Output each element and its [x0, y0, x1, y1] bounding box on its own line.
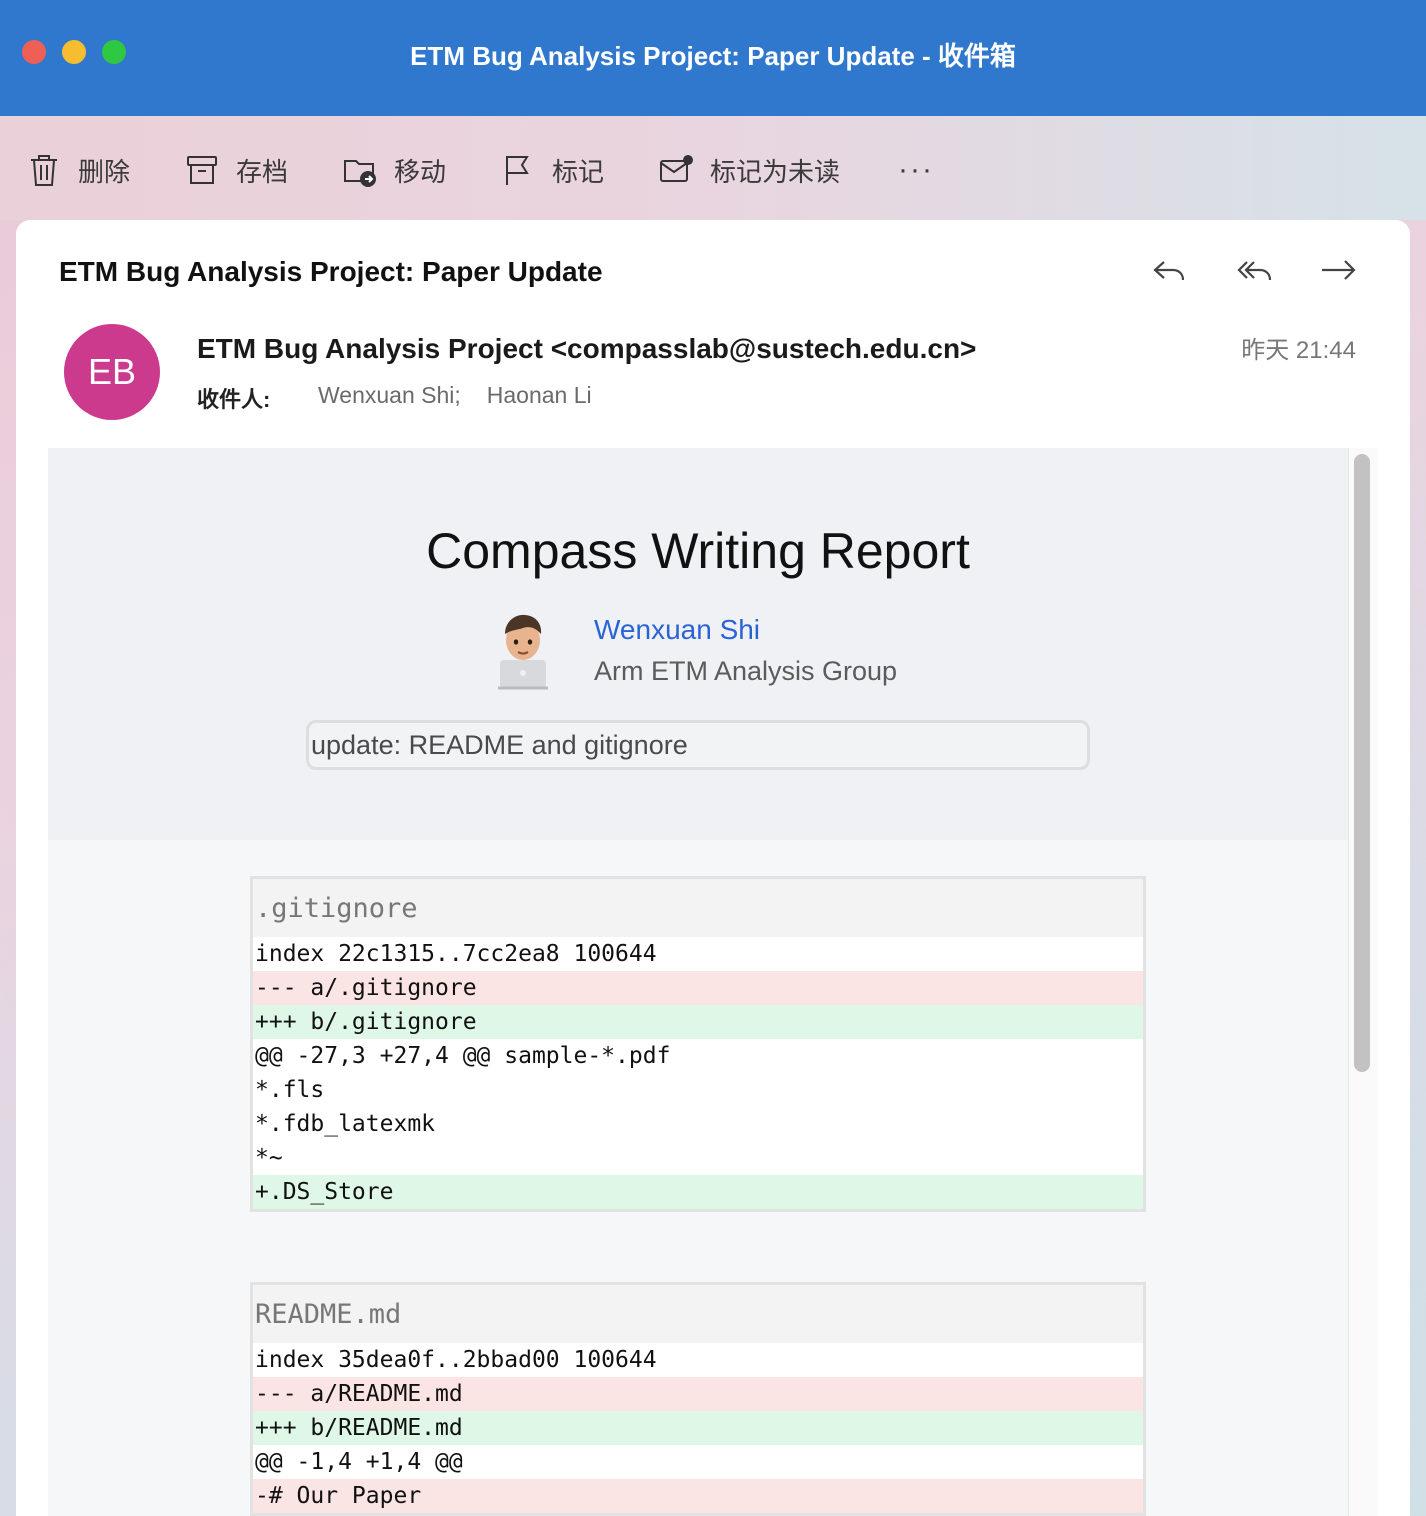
mark-unread-label: 标记为未读: [710, 156, 841, 187]
diff-line-removed: --- a/README.md: [253, 1377, 1143, 1411]
recipient[interactable]: Haonan Li: [487, 382, 592, 409]
flag-button[interactable]: 标记: [500, 150, 604, 190]
archive-box-icon: [187, 156, 217, 184]
diff-line-context: @@ -1,4 +1,4 @@: [255, 1449, 463, 1475]
author-name-link[interactable]: Wenxuan Shi: [594, 614, 760, 646]
more-button[interactable]: ···: [898, 150, 934, 190]
move-label: 移动: [394, 156, 447, 187]
reply-icon[interactable]: [1150, 254, 1190, 286]
diff-block-gitignore: .gitignore index 22c1315..7cc2ea8 100644 -…: [250, 876, 1146, 1212]
delete-button[interactable]: 删除: [26, 150, 130, 190]
commit-message: update: README and gitignore: [306, 720, 1090, 770]
message-actions: [1150, 254, 1358, 286]
diff-file-name: README.md: [253, 1285, 1143, 1343]
diff-line-context: index 35dea0f..2bbad00 100644: [255, 1347, 657, 1373]
recipient[interactable]: Wenxuan Shi;: [318, 382, 461, 409]
diff-line-added: +.DS_Store: [253, 1175, 1143, 1209]
received-date: 昨天 21:44: [1241, 337, 1356, 364]
envelope-unread-icon: [660, 155, 693, 182]
flag-icon: [506, 156, 529, 185]
message-subject: ETM Bug Analysis Project: Paper Update: [59, 256, 603, 287]
scrollbar-thumb[interactable]: [1354, 454, 1370, 1072]
folder-move-icon: [344, 160, 376, 187]
diff-line-removed: --- a/.gitignore: [253, 971, 1143, 1005]
toolbar: 删除 存档 移动 标记 标记为未读 ···: [0, 116, 1426, 220]
recipients-label: 收件人:: [197, 387, 271, 412]
diff-line-context: index 22c1315..7cc2ea8 100644: [255, 941, 657, 967]
trash-icon: [31, 155, 57, 186]
mark-unread-button[interactable]: 标记为未读: [658, 150, 840, 190]
more-icon: ···: [898, 153, 934, 186]
title-bar: ETM Bug Analysis Project: Paper Update -…: [0, 0, 1426, 116]
message-body[interactable]: Compass Writing Report Wenxuan Shi Arm E…: [48, 448, 1378, 1516]
diff-line-added: +++ b/.gitignore: [253, 1005, 1143, 1039]
report-header: Compass Writing Report Wenxuan Shi Arm E…: [48, 448, 1348, 840]
scrollbar-track[interactable]: [1348, 448, 1378, 1516]
diff-line-context: *.fdb_latexmk: [255, 1111, 436, 1137]
author-memoji-icon: [498, 614, 548, 690]
forward-icon[interactable]: [1318, 254, 1358, 286]
reply-all-icon[interactable]: [1234, 254, 1274, 286]
diff-line-context: *~: [255, 1145, 283, 1171]
diff-line-context: *.fls: [255, 1077, 325, 1103]
message-card: ETM Bug Analysis Project: Paper Update E…: [16, 220, 1410, 1516]
diff-file-name: .gitignore: [253, 879, 1143, 937]
diff-line-removed: -# Our Paper: [253, 1479, 1143, 1513]
author-group: Arm ETM Analysis Group: [594, 656, 898, 686]
report-title: Compass Writing Report: [426, 523, 970, 579]
recipients-list: Wenxuan Shi; Haonan Li: [318, 382, 592, 409]
diff-line-added: +++ b/README.md: [253, 1411, 1143, 1445]
archive-button[interactable]: 存档: [184, 150, 288, 190]
delete-label: 删除: [78, 156, 131, 187]
move-button[interactable]: 移动: [342, 150, 446, 190]
diff-line-context: @@ -27,3 +27,4 @@ sample-*.pdf: [255, 1043, 671, 1069]
window-title: ETM Bug Analysis Project: Paper Update -…: [410, 41, 1016, 71]
sender-avatar: EB: [64, 324, 160, 420]
sender-address[interactable]: ETM Bug Analysis Project <compasslab@sus…: [197, 333, 976, 365]
archive-label: 存档: [236, 156, 289, 187]
diff-block-readme: README.md index 35dea0f..2bbad00 100644 --…: [250, 1282, 1146, 1516]
flag-label: 标记: [552, 156, 605, 187]
